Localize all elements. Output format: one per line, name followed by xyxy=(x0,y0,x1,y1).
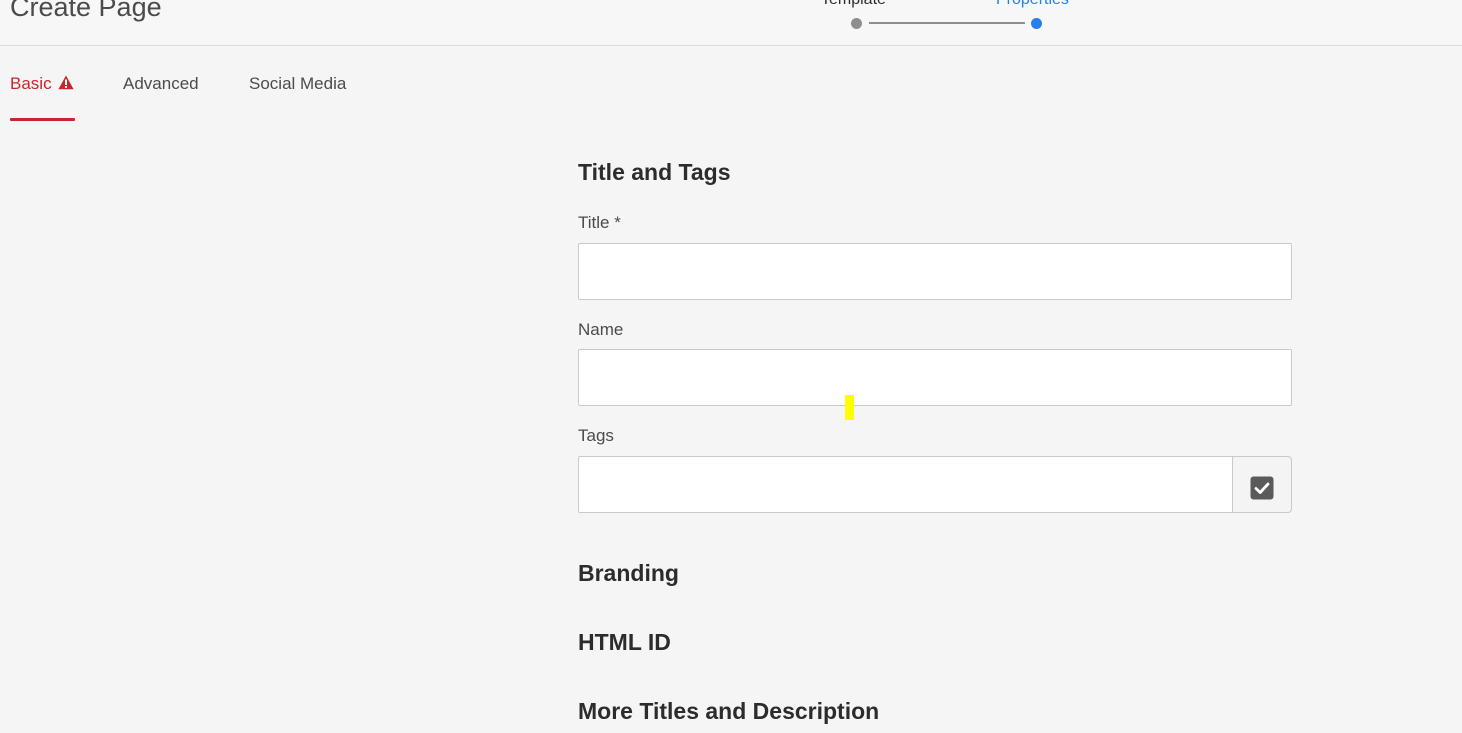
step-connector xyxy=(869,22,1025,24)
tab-advanced[interactable]: Advanced xyxy=(123,74,199,121)
title-input[interactable] xyxy=(578,243,1292,300)
page-title: Create Page xyxy=(10,0,162,22)
step-dot-properties[interactable] xyxy=(1031,18,1042,29)
step-label-template: Template xyxy=(821,0,886,10)
checkbox-check-icon xyxy=(1250,476,1274,505)
tags-field xyxy=(578,456,1292,513)
alert-triangle-icon xyxy=(57,75,74,95)
tags-input[interactable] xyxy=(578,456,1233,513)
mouse-cursor-highlight xyxy=(845,395,854,420)
tab-basic-label: Basic xyxy=(10,74,52,93)
title-field-label: Title * xyxy=(578,213,621,232)
name-field-label: Name xyxy=(578,320,624,339)
wizard-steps: Template Properties xyxy=(800,0,1120,45)
section-heading-branding[interactable]: Branding xyxy=(578,560,679,587)
section-heading-more-titles[interactable]: More Titles and Description xyxy=(578,698,879,725)
tab-social-media[interactable]: Social Media xyxy=(249,74,346,121)
tab-basic[interactable]: Basic xyxy=(10,74,75,121)
name-input[interactable] xyxy=(578,349,1292,406)
section-heading-html-id[interactable]: HTML ID xyxy=(578,629,671,656)
tags-picker-button[interactable] xyxy=(1232,456,1292,513)
tags-field-label: Tags xyxy=(578,426,614,445)
step-label-properties: Properties xyxy=(996,0,1069,10)
step-dot-template[interactable] xyxy=(851,18,862,29)
header-bar: Create Page Template Properties xyxy=(0,0,1462,46)
section-heading-title-and-tags: Title and Tags xyxy=(578,159,731,185)
